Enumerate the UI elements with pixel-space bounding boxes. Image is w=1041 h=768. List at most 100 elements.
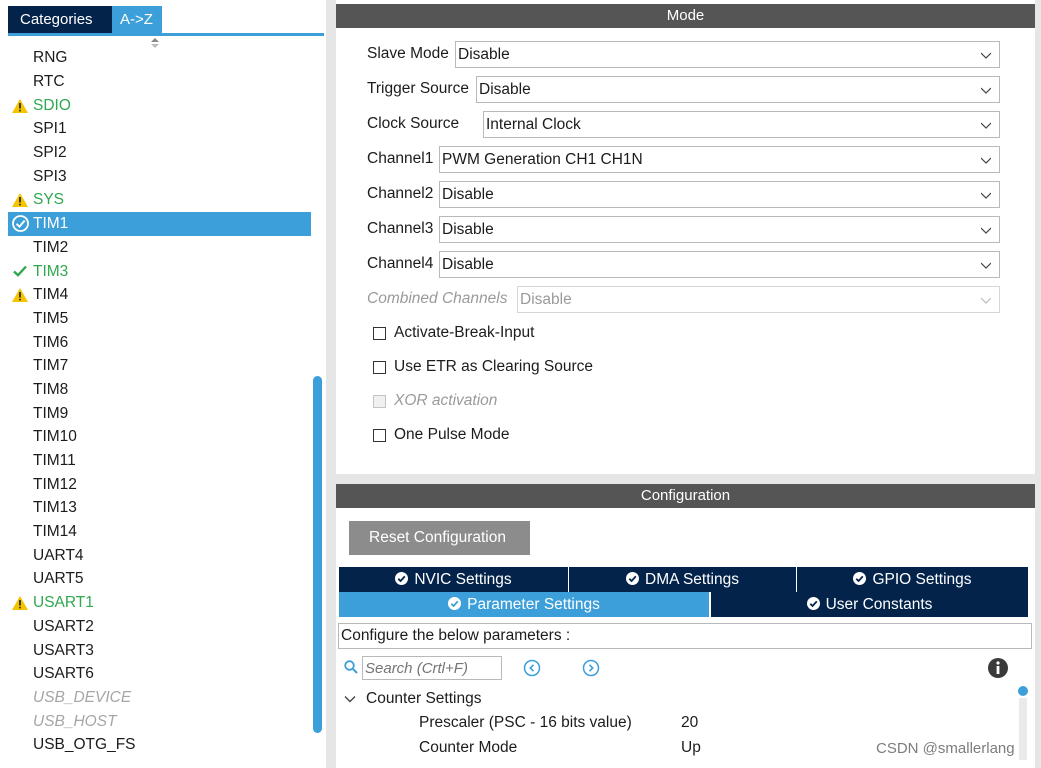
list-item[interactable]: TIM3 [8, 260, 311, 284]
check-circle-icon [806, 597, 820, 610]
counter-settings-group[interactable]: Counter Settings [344, 688, 481, 710]
tab-dma-settings[interactable]: DMA Settings [569, 567, 796, 592]
checkbox-box[interactable] [373, 326, 386, 340]
tab-label: NVIC Settings [414, 571, 512, 588]
list-item-label: USB_DEVICE [33, 688, 132, 706]
list-item[interactable]: SPI3 [8, 165, 311, 189]
list-item[interactable]: SPI2 [8, 141, 311, 165]
list-item-label: SYS [33, 191, 65, 209]
search-icon [344, 660, 358, 674]
list-item[interactable]: TIM10 [8, 425, 311, 449]
activate-break-input-checkbox[interactable]: Activate-Break-Input [373, 323, 534, 343]
list-item[interactable]: UART4 [8, 544, 311, 568]
list-item[interactable]: USB_OTG_FS [8, 733, 311, 757]
tab-gpio-settings[interactable]: GPIO Settings [797, 567, 1028, 592]
channel4-value: Disable [442, 256, 494, 273]
trigger-source-select[interactable]: Disable [476, 76, 1000, 103]
list-item[interactable]: TIM14 [8, 520, 311, 544]
chevron-down-icon [344, 696, 356, 703]
channel3-value: Disable [442, 221, 494, 238]
window-edge [1035, 0, 1041, 768]
list-item[interactable]: USART6 [8, 662, 311, 686]
reset-configuration-button[interactable]: Reset Configuration [349, 521, 530, 555]
list-item[interactable]: TIM12 [8, 473, 311, 497]
list-item[interactable]: TIM2 [8, 236, 311, 260]
slave-mode-label: Slave Mode [367, 45, 449, 62]
list-item[interactable]: RTC [8, 70, 311, 94]
list-item[interactable]: TIM11 [8, 449, 311, 473]
list-item-label: TIM3 [33, 262, 69, 280]
scroll-up-icon[interactable] [150, 38, 160, 49]
tab-categories[interactable]: Categories [8, 6, 112, 34]
use-etr-clearing-checkbox[interactable]: Use ETR as Clearing Source [373, 357, 593, 377]
checkbox-box[interactable] [373, 428, 386, 442]
peripheral-panel: Categories A->Z RNG RTC SDIO SPI1 SPI2 S… [0, 0, 326, 768]
panel-splitter[interactable] [336, 474, 1035, 484]
list-item-label: TIM14 [33, 523, 77, 541]
channel1-select[interactable]: PWM Generation CH1 CH1N [439, 146, 1000, 173]
params-scrollbar-track[interactable] [1019, 698, 1027, 760]
list-item[interactable]: USART3 [8, 639, 311, 663]
view-tabs: Categories A->Z [8, 6, 162, 34]
list-item-label: TIM8 [33, 380, 69, 398]
checkbox-box [373, 394, 386, 408]
tab-a-to-z[interactable]: A->Z [112, 6, 162, 34]
list-item-label: SPI2 [33, 144, 67, 162]
warning-icon [11, 94, 29, 118]
list-item-label: SPI1 [33, 120, 67, 138]
channel2-value: Disable [442, 186, 494, 203]
list-item-label: TIM1 [33, 215, 69, 233]
list-item[interactable]: USART1 [8, 591, 311, 615]
warning-icon [11, 188, 29, 212]
list-item[interactable]: SYS [8, 188, 311, 212]
chevron-down-icon [981, 192, 991, 199]
tab-label: DMA Settings [645, 571, 739, 588]
list-item[interactable]: TIM8 [8, 378, 311, 402]
info-icon[interactable] [988, 658, 1008, 678]
list-item[interactable]: TIM9 [8, 402, 311, 426]
chevron-down-icon [981, 157, 991, 164]
prescaler-value[interactable]: 20 [681, 714, 698, 732]
next-result-icon[interactable] [582, 659, 600, 677]
channel4-select[interactable]: Disable [439, 251, 1000, 278]
list-item[interactable]: TIM6 [8, 331, 311, 355]
list-item: USB_DEVICE [8, 686, 311, 710]
list-item[interactable]: SDIO [8, 94, 311, 118]
mode-header: Mode [336, 4, 1035, 28]
channel2-select[interactable]: Disable [439, 181, 1000, 208]
tab-user-constants[interactable]: User Constants [711, 592, 1028, 617]
list-item-selected[interactable]: TIM1 [8, 212, 311, 236]
tab-nvic-settings[interactable]: NVIC Settings [339, 567, 568, 592]
list-item[interactable]: TIM5 [8, 307, 311, 331]
trigger-source-value: Disable [479, 81, 531, 98]
clock-source-select[interactable]: Internal Clock [483, 111, 1000, 138]
search-input[interactable] [362, 656, 502, 680]
list-item-label: TIM10 [33, 428, 77, 446]
prescaler-label: Prescaler (PSC - 16 bits value) [419, 714, 632, 731]
tab-parameter-settings[interactable]: Parameter Settings [339, 592, 709, 617]
params-scrollbar-thumb[interactable] [1018, 686, 1028, 696]
one-pulse-mode-checkbox[interactable]: One Pulse Mode [373, 425, 509, 445]
counter-mode-value[interactable]: Up [681, 739, 701, 757]
slave-mode-select[interactable]: Disable [455, 41, 1000, 68]
previous-result-icon[interactable] [523, 659, 541, 677]
combined-channels-select: Disable [517, 286, 1000, 313]
list-item[interactable]: RNG [8, 50, 311, 70]
check-circle-icon [853, 572, 867, 585]
list-item[interactable]: TIM4 [8, 283, 311, 307]
panel-divider[interactable] [326, 0, 336, 768]
list-item[interactable]: TIM13 [8, 496, 311, 520]
chevron-down-icon [981, 297, 991, 304]
chevron-down-icon [981, 227, 991, 234]
checkbox-label: One Pulse Mode [394, 426, 510, 443]
list-item[interactable]: USART2 [8, 615, 311, 639]
checkbox-box[interactable] [373, 360, 386, 374]
list-scrollbar-thumb[interactable] [313, 376, 322, 733]
list-item-label: TIM6 [33, 333, 69, 351]
tab-label: Parameter Settings [467, 596, 600, 613]
channel3-select[interactable]: Disable [439, 216, 1000, 243]
list-item[interactable]: TIM7 [8, 354, 311, 378]
list-item[interactable]: UART5 [8, 567, 311, 591]
list-item[interactable]: SPI1 [8, 117, 311, 141]
list-item-label: USB_OTG_FS [33, 736, 136, 754]
